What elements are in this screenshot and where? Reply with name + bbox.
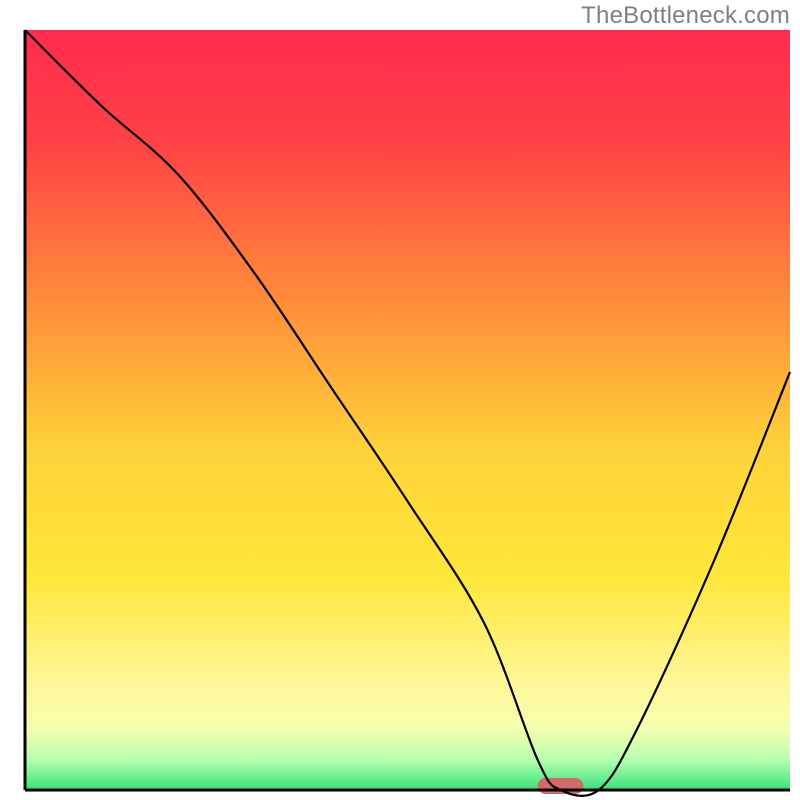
chart-container: { "watermark": "TheBottleneck.com", "cha… — [0, 0, 800, 800]
optimal-marker — [538, 778, 584, 794]
watermark-text: TheBottleneck.com — [581, 2, 790, 30]
plot-area — [25, 30, 790, 796]
gradient-background — [25, 30, 790, 790]
bottleneck-chart — [0, 0, 800, 800]
